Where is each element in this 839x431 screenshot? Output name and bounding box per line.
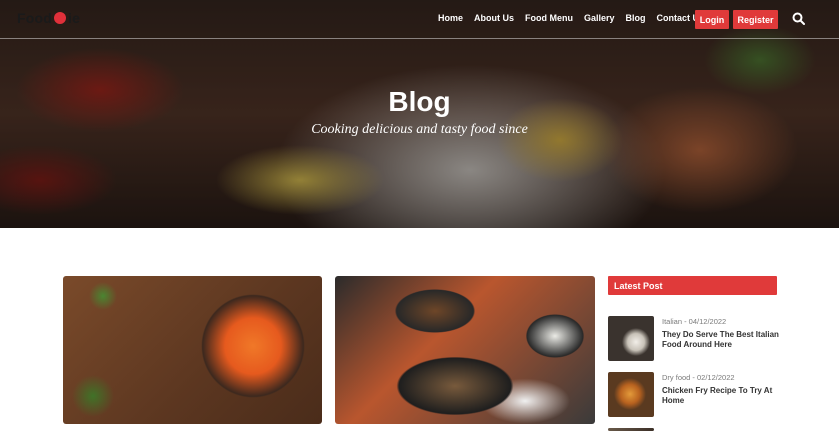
search-icon[interactable] <box>792 12 805 25</box>
page-subtitle: Cooking delicious and tasty food since <box>311 122 528 137</box>
post-thumbnail[interactable] <box>608 372 654 417</box>
logo-mark-icon <box>54 12 67 24</box>
latest-post-header: Latest Post <box>608 276 777 295</box>
latest-post-item[interactable]: Dry food - 02/12/2022 Chicken Fry Recipe… <box>608 372 783 418</box>
post-category-date: Italian - 04/12/2022 <box>662 317 727 326</box>
nav-links: Home About Us Food Menu Gallery Blog Con… <box>438 13 704 23</box>
blog-card-image-fish[interactable] <box>335 276 595 424</box>
latest-post-item[interactable]: Italian - 04/12/2022 They Do Serve The B… <box>608 316 783 362</box>
nav-link-about[interactable]: About Us <box>474 13 514 23</box>
nav-link-food-menu[interactable]: Food Menu <box>525 13 573 23</box>
page-title: Blog <box>388 86 451 117</box>
navbar: Food ie Home About Us Food Menu Gallery … <box>0 0 839 39</box>
login-button[interactable]: Login <box>695 10 729 29</box>
post-title[interactable]: They Do Serve The Best Italian Food Arou… <box>662 330 782 350</box>
nav-link-blog[interactable]: Blog <box>626 13 646 23</box>
nav-link-gallery[interactable]: Gallery <box>584 13 615 23</box>
site-logo[interactable]: Food ie <box>17 10 80 26</box>
logo-text: Food <box>17 10 53 26</box>
register-button[interactable]: Register <box>733 10 778 29</box>
hero-banner: Food ie Home About Us Food Menu Gallery … <box>0 0 839 228</box>
nav-link-home[interactable]: Home <box>438 13 463 23</box>
blog-card-image-pasta[interactable] <box>63 276 322 424</box>
logo-suffix: ie <box>68 10 81 26</box>
post-title[interactable]: Chicken Fry Recipe To Try At Home <box>662 386 782 406</box>
post-thumbnail[interactable] <box>608 316 654 361</box>
post-category-date: Dry food - 02/12/2022 <box>662 373 735 382</box>
